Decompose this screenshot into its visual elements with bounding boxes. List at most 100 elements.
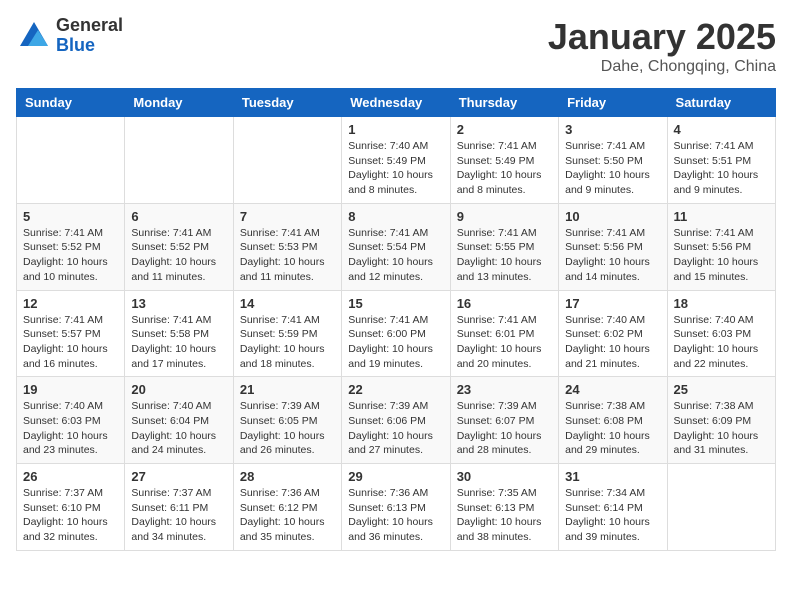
day-info: Sunrise: 7:41 AMSunset: 5:57 PMDaylight:… bbox=[23, 313, 118, 372]
day-number: 17 bbox=[565, 296, 660, 311]
day-info: Sunrise: 7:40 AMSunset: 6:03 PMDaylight:… bbox=[23, 399, 118, 458]
calendar-cell: 10Sunrise: 7:41 AMSunset: 5:56 PMDayligh… bbox=[559, 203, 667, 290]
calendar-week-row: 12 Sunrise: 7:41 AMSunset: 5:57 PMDayligh… bbox=[17, 290, 776, 377]
month-title: January 2025 bbox=[548, 16, 776, 58]
day-info: Sunrise: 7:41 AMSunset: 5:54 PMDaylight:… bbox=[348, 226, 443, 285]
calendar-cell: 16Sunrise: 7:41 AMSunset: 6:01 PMDayligh… bbox=[450, 290, 558, 377]
calendar-header-row: SundayMondayTuesdayWednesdayThursdayFrid… bbox=[17, 89, 776, 117]
calendar-cell: 5 Sunrise: 7:41 AMSunset: 5:52 PMDaylight… bbox=[17, 203, 125, 290]
day-number: 26 bbox=[23, 469, 118, 484]
weekday-header: Sunday bbox=[17, 89, 125, 117]
day-info: Sunrise: 7:38 AMSunset: 6:09 PMDaylight:… bbox=[674, 399, 769, 458]
header: General Blue January 2025 Dahe, Chongqin… bbox=[16, 16, 776, 76]
day-info: Sunrise: 7:39 AMSunset: 6:07 PMDaylight:… bbox=[457, 399, 552, 458]
day-number: 12 bbox=[23, 296, 118, 311]
day-number: 9 bbox=[457, 209, 552, 224]
day-number: 18 bbox=[674, 296, 769, 311]
calendar-cell: 26Sunrise: 7:37 AMSunset: 6:10 PMDayligh… bbox=[17, 464, 125, 551]
weekday-header: Wednesday bbox=[342, 89, 450, 117]
calendar-cell: 24 Sunrise: 7:38 AMSunset: 6:08 PMDayligh… bbox=[559, 377, 667, 464]
logo-general-text: General bbox=[56, 16, 123, 36]
calendar-week-row: 26Sunrise: 7:37 AMSunset: 6:10 PMDayligh… bbox=[17, 464, 776, 551]
calendar-cell: 6 Sunrise: 7:41 AMSunset: 5:52 PMDaylight… bbox=[125, 203, 233, 290]
day-info: Sunrise: 7:41 AMSunset: 6:01 PMDaylight:… bbox=[457, 313, 552, 372]
day-number: 4 bbox=[674, 122, 769, 137]
day-number: 25 bbox=[674, 382, 769, 397]
day-info: Sunrise: 7:40 AMSunset: 6:04 PMDaylight:… bbox=[131, 399, 226, 458]
day-info: Sunrise: 7:41 AMSunset: 5:58 PMDaylight:… bbox=[131, 313, 226, 372]
calendar-cell: 29 Sunrise: 7:36 AMSunset: 6:13 PMDayligh… bbox=[342, 464, 450, 551]
calendar-cell: 7 Sunrise: 7:41 AMSunset: 5:53 PMDaylight… bbox=[233, 203, 341, 290]
calendar-cell: 22Sunrise: 7:39 AMSunset: 6:06 PMDayligh… bbox=[342, 377, 450, 464]
day-number: 21 bbox=[240, 382, 335, 397]
day-info: Sunrise: 7:36 AMSunset: 6:13 PMDaylight:… bbox=[348, 486, 443, 545]
day-info: Sunrise: 7:37 AMSunset: 6:11 PMDaylight:… bbox=[131, 486, 226, 545]
calendar-cell bbox=[125, 117, 233, 204]
day-info: Sunrise: 7:39 AMSunset: 6:05 PMDaylight:… bbox=[240, 399, 335, 458]
day-info: Sunrise: 7:38 AMSunset: 6:08 PMDaylight:… bbox=[565, 399, 660, 458]
calendar-cell: 1 Sunrise: 7:40 AMSunset: 5:49 PMDaylight… bbox=[342, 117, 450, 204]
weekday-header: Thursday bbox=[450, 89, 558, 117]
day-info: Sunrise: 7:40 AMSunset: 6:03 PMDaylight:… bbox=[674, 313, 769, 372]
day-number: 14 bbox=[240, 296, 335, 311]
calendar-table: SundayMondayTuesdayWednesdayThursdayFrid… bbox=[16, 88, 776, 551]
calendar-cell: 4 Sunrise: 7:41 AMSunset: 5:51 PMDaylight… bbox=[667, 117, 775, 204]
day-info: Sunrise: 7:41 AMSunset: 5:55 PMDaylight:… bbox=[457, 226, 552, 285]
day-info: Sunrise: 7:35 AMSunset: 6:13 PMDaylight:… bbox=[457, 486, 552, 545]
day-info: Sunrise: 7:40 AMSunset: 5:49 PMDaylight:… bbox=[348, 139, 443, 198]
day-info: Sunrise: 7:41 AMSunset: 5:53 PMDaylight:… bbox=[240, 226, 335, 285]
weekday-header: Monday bbox=[125, 89, 233, 117]
calendar-cell: 15Sunrise: 7:41 AMSunset: 6:00 PMDayligh… bbox=[342, 290, 450, 377]
day-number: 24 bbox=[565, 382, 660, 397]
calendar-cell: 12 Sunrise: 7:41 AMSunset: 5:57 PMDayligh… bbox=[17, 290, 125, 377]
day-number: 23 bbox=[457, 382, 552, 397]
calendar-cell: 17 Sunrise: 7:40 AMSunset: 6:02 PMDayligh… bbox=[559, 290, 667, 377]
calendar-cell: 19Sunrise: 7:40 AMSunset: 6:03 PMDayligh… bbox=[17, 377, 125, 464]
location: Dahe, Chongqing, China bbox=[548, 58, 776, 76]
day-number: 31 bbox=[565, 469, 660, 484]
day-info: Sunrise: 7:40 AMSunset: 6:02 PMDaylight:… bbox=[565, 313, 660, 372]
calendar-cell: 2 Sunrise: 7:41 AMSunset: 5:49 PMDaylight… bbox=[450, 117, 558, 204]
day-info: Sunrise: 7:41 AMSunset: 6:00 PMDaylight:… bbox=[348, 313, 443, 372]
logo-text: General Blue bbox=[56, 16, 123, 56]
day-info: Sunrise: 7:41 AMSunset: 5:50 PMDaylight:… bbox=[565, 139, 660, 198]
calendar-cell: 13 Sunrise: 7:41 AMSunset: 5:58 PMDayligh… bbox=[125, 290, 233, 377]
day-info: Sunrise: 7:41 AMSunset: 5:52 PMDaylight:… bbox=[23, 226, 118, 285]
calendar-cell: 20Sunrise: 7:40 AMSunset: 6:04 PMDayligh… bbox=[125, 377, 233, 464]
day-number: 7 bbox=[240, 209, 335, 224]
calendar-cell: 3Sunrise: 7:41 AMSunset: 5:50 PMDaylight… bbox=[559, 117, 667, 204]
day-number: 22 bbox=[348, 382, 443, 397]
day-number: 6 bbox=[131, 209, 226, 224]
calendar-cell: 31 Sunrise: 7:34 AMSunset: 6:14 PMDayligh… bbox=[559, 464, 667, 551]
calendar-cell: 25 Sunrise: 7:38 AMSunset: 6:09 PMDayligh… bbox=[667, 377, 775, 464]
day-number: 2 bbox=[457, 122, 552, 137]
day-number: 30 bbox=[457, 469, 552, 484]
day-number: 29 bbox=[348, 469, 443, 484]
calendar-cell: 23 Sunrise: 7:39 AMSunset: 6:07 PMDayligh… bbox=[450, 377, 558, 464]
day-info: Sunrise: 7:41 AMSunset: 5:56 PMDaylight:… bbox=[565, 226, 660, 285]
calendar-cell: 14Sunrise: 7:41 AMSunset: 5:59 PMDayligh… bbox=[233, 290, 341, 377]
logo-icon bbox=[16, 18, 52, 54]
calendar-week-row: 1 Sunrise: 7:40 AMSunset: 5:49 PMDaylight… bbox=[17, 117, 776, 204]
day-number: 28 bbox=[240, 469, 335, 484]
day-info: Sunrise: 7:34 AMSunset: 6:14 PMDaylight:… bbox=[565, 486, 660, 545]
title-block: January 2025 Dahe, Chongqing, China bbox=[548, 16, 776, 76]
day-info: Sunrise: 7:41 AMSunset: 5:49 PMDaylight:… bbox=[457, 139, 552, 198]
calendar-cell: 11Sunrise: 7:41 AMSunset: 5:56 PMDayligh… bbox=[667, 203, 775, 290]
day-number: 5 bbox=[23, 209, 118, 224]
calendar-cell bbox=[667, 464, 775, 551]
calendar-week-row: 5 Sunrise: 7:41 AMSunset: 5:52 PMDaylight… bbox=[17, 203, 776, 290]
calendar-cell: 27Sunrise: 7:37 AMSunset: 6:11 PMDayligh… bbox=[125, 464, 233, 551]
day-number: 1 bbox=[348, 122, 443, 137]
calendar-cell: 18 Sunrise: 7:40 AMSunset: 6:03 PMDayligh… bbox=[667, 290, 775, 377]
calendar-week-row: 19Sunrise: 7:40 AMSunset: 6:03 PMDayligh… bbox=[17, 377, 776, 464]
weekday-header: Saturday bbox=[667, 89, 775, 117]
calendar-cell: 21 Sunrise: 7:39 AMSunset: 6:05 PMDayligh… bbox=[233, 377, 341, 464]
calendar-cell: 28Sunrise: 7:36 AMSunset: 6:12 PMDayligh… bbox=[233, 464, 341, 551]
day-number: 13 bbox=[131, 296, 226, 311]
day-info: Sunrise: 7:41 AMSunset: 5:52 PMDaylight:… bbox=[131, 226, 226, 285]
day-info: Sunrise: 7:41 AMSunset: 5:56 PMDaylight:… bbox=[674, 226, 769, 285]
day-info: Sunrise: 7:41 AMSunset: 5:51 PMDaylight:… bbox=[674, 139, 769, 198]
logo: General Blue bbox=[16, 16, 123, 56]
day-number: 8 bbox=[348, 209, 443, 224]
